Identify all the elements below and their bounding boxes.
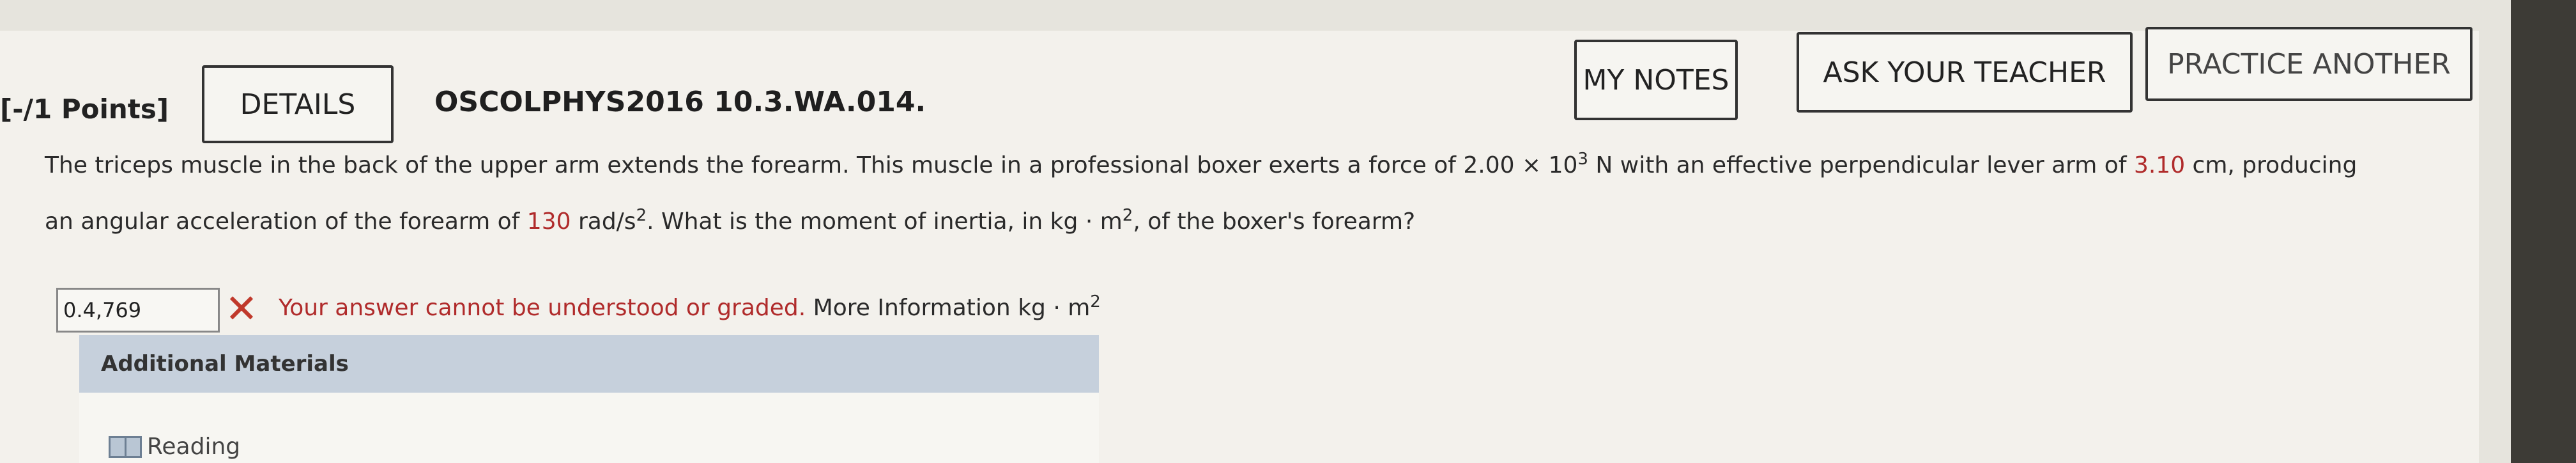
question-text-part: cm, producing <box>2185 152 2358 178</box>
question-text-part: rad/s <box>571 208 636 235</box>
exponent: 2 <box>1122 206 1133 225</box>
force-value: 2.00 × 10 <box>1463 152 1578 178</box>
ask-teacher-button[interactable]: ASK YOUR TEACHER <box>1797 32 2133 113</box>
question-text-part: . What is the moment of inertia, in kg ·… <box>647 208 1123 235</box>
answer-input[interactable] <box>56 288 220 333</box>
acceleration-value: 130 <box>526 208 571 235</box>
force-exponent: 3 <box>1577 150 1588 169</box>
lever-arm-value: 3.10 <box>2133 152 2186 178</box>
additional-materials-header: Additional Materials <box>79 335 1099 393</box>
book-icon <box>109 436 142 458</box>
question-text: The triceps muscle in the back of the up… <box>45 134 2472 247</box>
exponent: 2 <box>636 206 647 225</box>
question-text-part: , of the boxer's forearm? <box>1133 208 1416 235</box>
question-line-2: an angular acceleration of the forearm o… <box>45 191 2472 247</box>
x-mark-icon: ✕ <box>225 285 258 332</box>
question-line-1: The triceps muscle in the back of the up… <box>45 134 2472 191</box>
reading-link[interactable]: Reading <box>109 434 240 460</box>
question-text-part: an angular acceleration of the forearm o… <box>45 208 527 235</box>
answer-unit: kg · m <box>1010 295 1091 321</box>
question-text-part: The triceps muscle in the back of the up… <box>45 152 1464 178</box>
question-text-part: N with an effective perpendicular lever … <box>1588 152 2134 178</box>
unit-exponent: 2 <box>1090 292 1101 311</box>
my-notes-button[interactable]: MY NOTES <box>1574 40 1738 120</box>
answer-feedback: Your answer cannot be understood or grad… <box>279 276 1101 334</box>
error-message: Your answer cannot be understood or grad… <box>279 295 806 321</box>
details-button[interactable]: DETAILS <box>202 65 394 143</box>
practice-another-button[interactable]: PRACTICE ANOTHER <box>2145 27 2472 101</box>
question-id: OSCOLPHYS2016 10.3.WA.014. <box>434 86 926 118</box>
more-information-link[interactable]: More Information <box>806 295 1011 321</box>
window-edge <box>2511 0 2576 463</box>
points-label: [-/1 Points] <box>0 93 169 125</box>
reading-label: Reading <box>147 434 241 460</box>
